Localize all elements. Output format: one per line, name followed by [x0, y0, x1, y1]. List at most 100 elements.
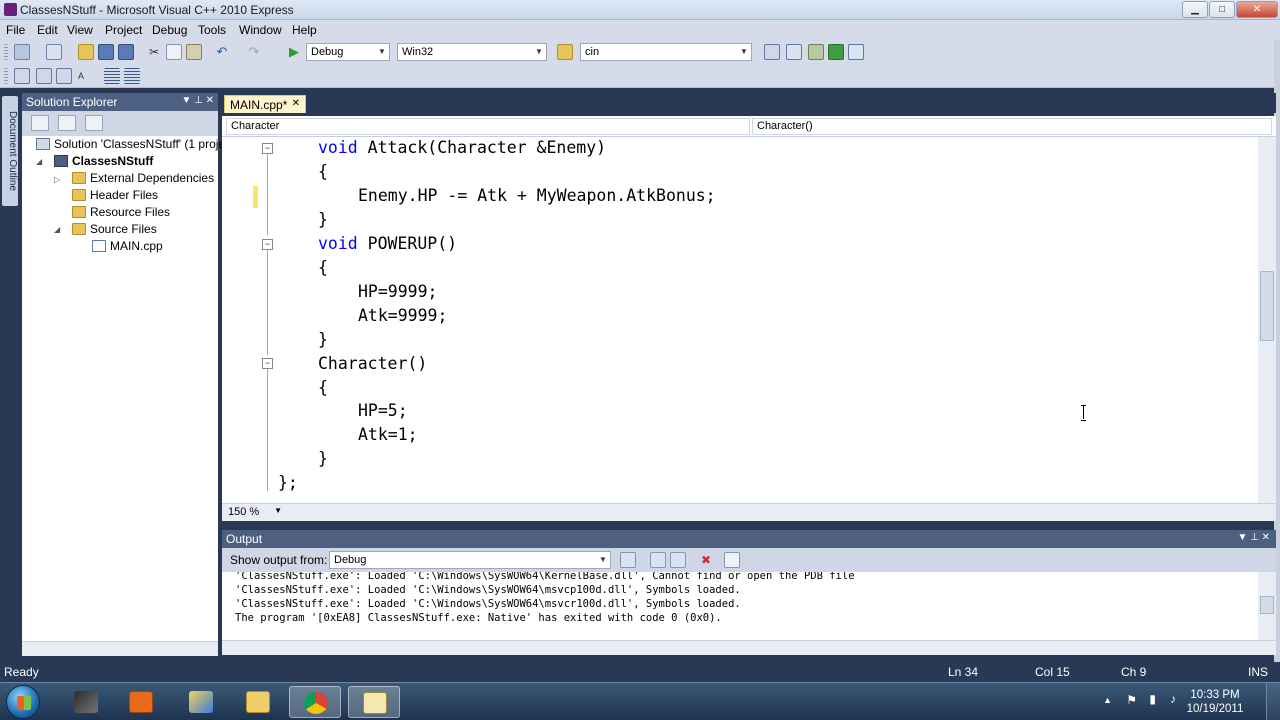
- zoom-select[interactable]: 150 % ▼: [224, 505, 282, 520]
- quick-info-icon[interactable]: [14, 68, 30, 84]
- network-icon[interactable]: ▮: [1149, 692, 1156, 706]
- taskbar-app-tool[interactable]: [60, 686, 112, 718]
- word-wrap-icon[interactable]: [724, 552, 740, 568]
- code-editor[interactable]: − − − void Attack(Character &Enemy) { En…: [222, 137, 1258, 503]
- pane-controls[interactable]: ▼ ⊥ ✕: [181, 95, 214, 106]
- refresh-icon[interactable]: [58, 115, 76, 131]
- collapse-arrow-icon[interactable]: ◢: [54, 225, 60, 234]
- new-project-icon[interactable]: [14, 44, 30, 60]
- extension-icon[interactable]: [848, 44, 864, 60]
- solution-config-select[interactable]: Debug ▼: [306, 43, 390, 61]
- show-all-files-icon[interactable]: [31, 115, 49, 131]
- menu-tools[interactable]: Tools: [198, 23, 226, 37]
- increase-indent-icon[interactable]: [124, 68, 140, 84]
- copy-icon[interactable]: [166, 44, 182, 60]
- toolbar-grip[interactable]: [4, 68, 8, 84]
- collapse-arrow-icon[interactable]: ◢: [36, 157, 42, 166]
- clock[interactable]: 10:33 PM 10/19/2011: [1180, 688, 1250, 716]
- output-vscrollbar[interactable]: [1258, 572, 1276, 640]
- taskbar-visual-studio[interactable]: [348, 686, 400, 718]
- solution-explorer-icon[interactable]: [764, 44, 780, 60]
- parameter-info-icon[interactable]: [36, 68, 52, 84]
- maximize-button[interactable]: □: [1209, 1, 1235, 18]
- menu-file[interactable]: File: [6, 23, 25, 37]
- tree-solution[interactable]: Solution 'ClassesNStuff' (1 project): [36, 137, 238, 153]
- tree-label: Header Files: [90, 188, 159, 202]
- menu-help[interactable]: Help: [292, 23, 317, 37]
- find-in-files-icon[interactable]: [557, 44, 573, 60]
- start-debugging-icon[interactable]: ▶: [286, 44, 302, 60]
- platform-select[interactable]: Win32 ▼: [397, 43, 547, 61]
- properties-icon[interactable]: [786, 44, 802, 60]
- minimize-button[interactable]: ▁: [1182, 1, 1208, 18]
- close-button[interactable]: ✕: [1236, 1, 1278, 18]
- cut-icon[interactable]: ✂: [146, 44, 162, 60]
- solution-explorer-hscrollbar[interactable]: [22, 641, 218, 656]
- output-text-area[interactable]: 'ClassesNStuff.exe': Loaded 'C:\Windows\…: [222, 572, 1258, 640]
- output-source-select[interactable]: Debug ▼: [329, 551, 611, 569]
- close-tab-icon[interactable]: ✕: [292, 98, 300, 109]
- tree-resource-files[interactable]: Resource Files: [72, 205, 170, 221]
- prev-message-icon[interactable]: [650, 552, 666, 568]
- tree-external-dependencies[interactable]: External Dependencies: [72, 171, 214, 187]
- start-page-icon[interactable]: [828, 44, 844, 60]
- collapse-icon[interactable]: −: [262, 143, 273, 154]
- menu-view[interactable]: View: [67, 23, 93, 37]
- tree-source-files[interactable]: Source Files: [72, 222, 157, 238]
- tab-main-cpp[interactable]: MAIN.cpp* ✕: [224, 95, 306, 113]
- save-all-icon[interactable]: [118, 44, 134, 60]
- collapse-icon[interactable]: −: [262, 239, 273, 250]
- save-icon[interactable]: [98, 44, 114, 60]
- undo-icon[interactable]: ↶: [214, 44, 230, 60]
- toolbox-icon[interactable]: [808, 44, 824, 60]
- class-scope-select[interactable]: Character: [226, 118, 750, 135]
- code-line: }: [318, 330, 328, 349]
- taskbar-media-player[interactable]: [115, 686, 167, 718]
- chevron-down-icon: ▼: [274, 506, 282, 515]
- member-select[interactable]: Character(): [752, 118, 1272, 135]
- find-message-icon[interactable]: [620, 552, 636, 568]
- taskbar-paint[interactable]: [175, 686, 227, 718]
- show-desktop-button[interactable]: [1266, 683, 1280, 720]
- taskbar-explorer[interactable]: [232, 686, 284, 718]
- navigation-bar: Character Character(): [222, 116, 1276, 137]
- clear-all-icon[interactable]: ✖: [698, 552, 714, 568]
- show-hidden-icons-icon[interactable]: ▲: [1103, 695, 1112, 705]
- taskbar: ▲ ⚑ ▮ ♪ 10:33 PM 10/19/2011: [0, 682, 1280, 720]
- menu-window[interactable]: Window: [239, 23, 282, 37]
- window-title: ClassesNStuff - Microsoft Visual C++ 201…: [20, 3, 294, 17]
- editor-vscrollbar[interactable]: [1258, 137, 1276, 503]
- menu-edit[interactable]: Edit: [37, 23, 58, 37]
- scroll-thumb[interactable]: [1260, 596, 1274, 614]
- decrease-indent-icon[interactable]: [104, 68, 120, 84]
- tree-main-cpp[interactable]: MAIN.cpp: [92, 239, 163, 255]
- tree-project[interactable]: ClassesNStuff: [54, 154, 153, 170]
- find-combo[interactable]: cin ▼: [580, 43, 752, 61]
- windows-logo-icon: [17, 696, 31, 710]
- status-char: Ch 9: [1121, 665, 1147, 679]
- open-file-icon[interactable]: [78, 44, 94, 60]
- menu-project[interactable]: Project: [105, 23, 142, 37]
- redo-icon[interactable]: ↷: [246, 44, 262, 60]
- code-line: HP=5;: [358, 401, 408, 420]
- scroll-thumb[interactable]: [1260, 271, 1274, 341]
- menu-debug[interactable]: Debug: [152, 23, 187, 37]
- solution-explorer-toolbar: [22, 111, 218, 136]
- action-center-icon[interactable]: ⚑: [1126, 693, 1137, 707]
- taskbar-chrome[interactable]: [289, 686, 341, 718]
- volume-icon[interactable]: ♪: [1170, 692, 1176, 706]
- start-button[interactable]: [6, 685, 40, 719]
- expand-arrow-icon[interactable]: ▷: [54, 175, 60, 184]
- complete-word-icon[interactable]: A: [78, 68, 94, 84]
- pane-controls[interactable]: ▼ ⊥ ✕: [1237, 532, 1270, 543]
- paste-icon[interactable]: [186, 44, 202, 60]
- add-item-icon[interactable]: [46, 44, 62, 60]
- list-members-icon[interactable]: [56, 68, 72, 84]
- tree-header-files[interactable]: Header Files: [72, 188, 158, 204]
- collapse-icon[interactable]: −: [262, 358, 273, 369]
- properties-icon[interactable]: [85, 115, 103, 131]
- class-scope-value: Character: [231, 120, 280, 132]
- next-message-icon[interactable]: [670, 552, 686, 568]
- output-hscrollbar[interactable]: [222, 640, 1276, 655]
- toolbar-grip[interactable]: [4, 44, 8, 60]
